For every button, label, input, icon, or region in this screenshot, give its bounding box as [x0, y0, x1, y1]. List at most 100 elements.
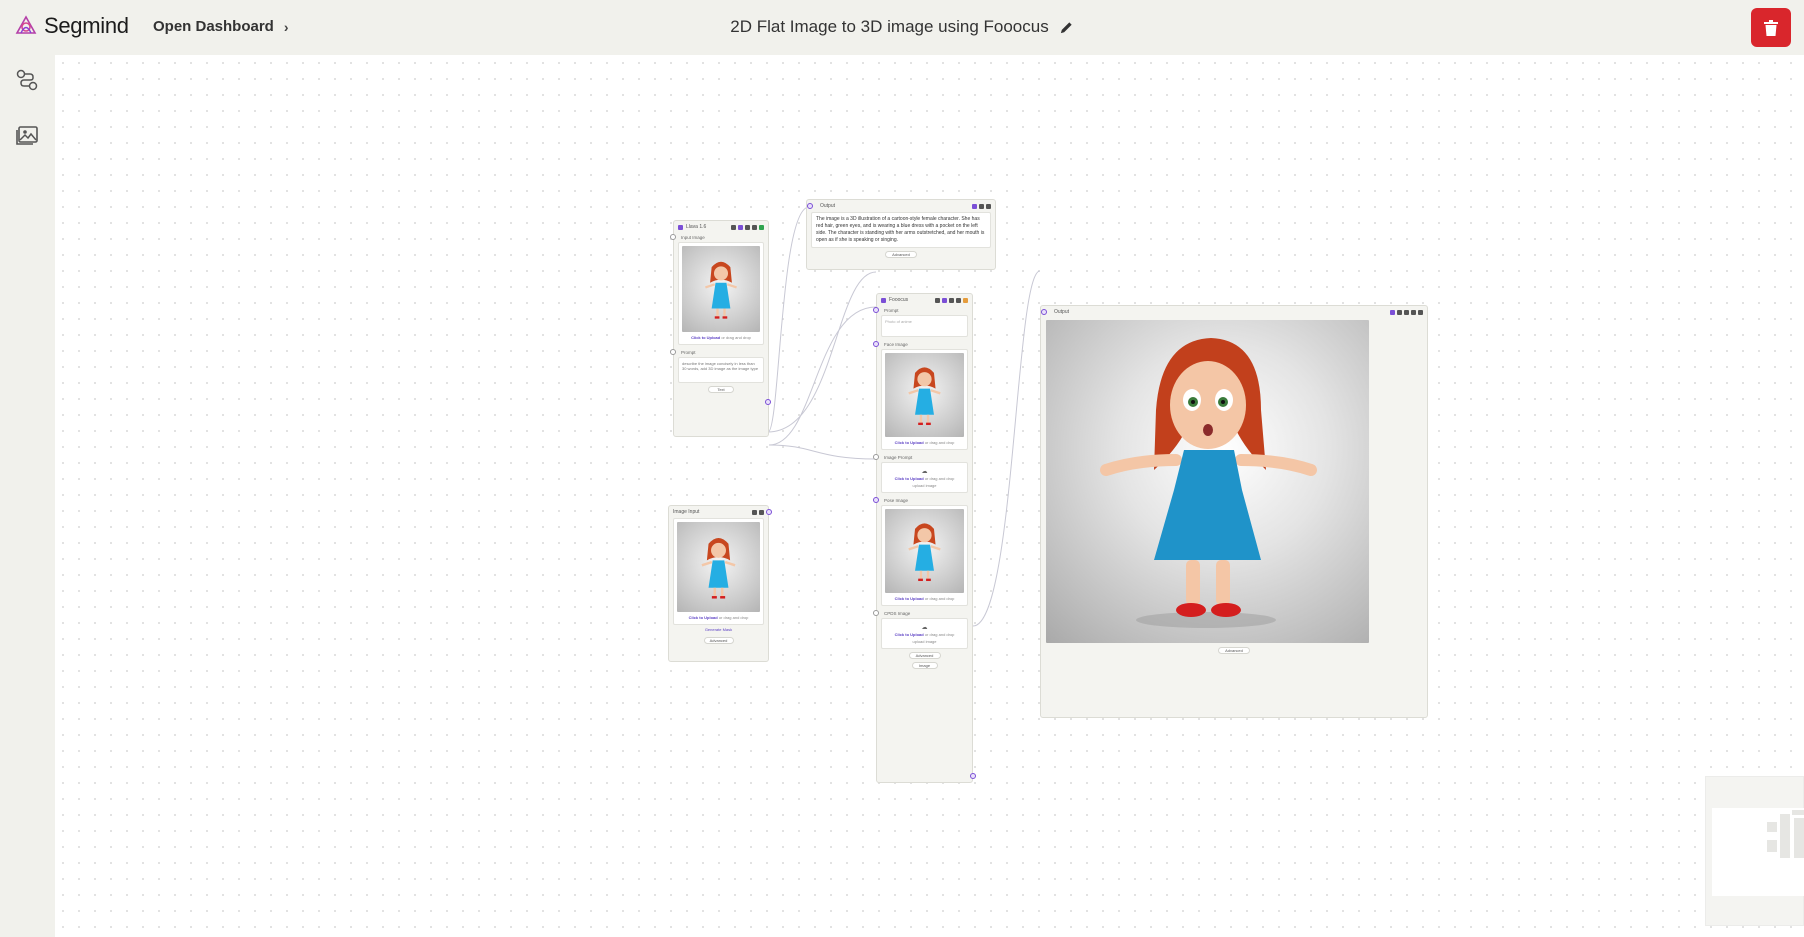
- cloud-upload-icon: ☁: [921, 625, 928, 631]
- fooocus-cpds-port[interactable]: [873, 610, 879, 616]
- llava-prompt-textarea[interactable]: describe the image concisely in less tha…: [678, 357, 764, 383]
- llava-output-type-select[interactable]: Text: [708, 386, 734, 393]
- trash-icon: [1764, 19, 1778, 36]
- run-icon[interactable]: [738, 224, 743, 230]
- workflow-canvas[interactable]: Llava 1.6 Input Image Click to Upload or…: [55, 55, 1804, 937]
- collapse-icon[interactable]: [731, 224, 736, 230]
- fooocus-cpds-upload[interactable]: ☁ Click to Upload or drag and drop uploa…: [881, 618, 968, 649]
- fooocus-image-prompt-hint: Click to Upload or drag and drop: [894, 476, 955, 481]
- llava-node-title: Llava 1.6: [686, 224, 707, 230]
- copy-icon[interactable]: [979, 203, 984, 209]
- minimap-viewport: [1712, 808, 1804, 896]
- output-image-input-port[interactable]: [1041, 309, 1047, 315]
- output-image-header: Output: [1041, 306, 1427, 318]
- fooocus-face-label: Face Image: [873, 340, 972, 349]
- left-sidebar: [0, 55, 55, 937]
- fooocus-output-type-select[interactable]: Image: [911, 662, 938, 669]
- delete-icon[interactable]: [752, 224, 757, 230]
- llava-upload-hint[interactable]: Click to Upload or drag and drop: [682, 332, 760, 341]
- image-input-header: Image Input: [669, 506, 768, 518]
- fooocus-pose-port[interactable]: [873, 497, 879, 503]
- output-text-header: Output: [807, 200, 995, 212]
- image-input-preview: [677, 522, 760, 612]
- generate-mask-button[interactable]: Generate Mask: [669, 625, 768, 634]
- fooocus-image-prompt-sub: upload image: [912, 483, 937, 488]
- fooocus-face-port[interactable]: [873, 341, 879, 347]
- image-input-advanced[interactable]: Advanced: [703, 637, 734, 644]
- workflow-icon[interactable]: [14, 67, 40, 93]
- check-icon: [759, 224, 764, 230]
- fooocus-image-prompt-label: Image Prompt: [873, 453, 972, 462]
- workflow-title-area: 2D Flat Image to 3D image using Fooocus: [0, 17, 1804, 37]
- cloud-upload-icon: ☁: [921, 469, 928, 475]
- copy-icon[interactable]: [1404, 309, 1409, 315]
- fooocus-face-upload-hint[interactable]: Click to Upload or drag and drop: [885, 437, 964, 446]
- edge-input-to-face: [768, 306, 877, 446]
- fooocus-header: Fooocus: [877, 294, 972, 306]
- output-image: [1046, 320, 1369, 643]
- fooocus-face-card[interactable]: Click to Upload or drag and drop: [881, 349, 968, 450]
- fooocus-pose-card[interactable]: Click to Upload or drag and drop: [881, 505, 968, 606]
- fooocus-prompt-input[interactable]: Photo of anime: [881, 315, 968, 337]
- fooocus-image-prompt-upload[interactable]: ☁ Click to Upload or drag and drop uploa…: [881, 462, 968, 493]
- status-icon: [963, 297, 968, 303]
- run-icon[interactable]: [1390, 309, 1395, 315]
- fooocus-cpds-hint: Click to Upload or drag and drop: [894, 632, 955, 637]
- fooocus-icon: [881, 297, 886, 303]
- edge-input-to-pose: [768, 444, 877, 460]
- fooocus-output-port[interactable]: [970, 773, 976, 779]
- output-text-title: Output: [820, 203, 836, 209]
- output-text-advanced[interactable]: Advanced: [885, 251, 917, 258]
- settings-icon[interactable]: [752, 509, 757, 515]
- output-image-node[interactable]: Output Advanced: [1040, 305, 1428, 718]
- copy-icon[interactable]: [745, 224, 750, 230]
- llava-node-header: Llava 1.6: [674, 221, 768, 233]
- image-input-node[interactable]: Image Input Click to Upload or drag and …: [668, 505, 772, 662]
- image-input-upload-hint[interactable]: Click to Upload or drag and drop: [677, 612, 760, 621]
- llava-preview-image: [682, 246, 760, 332]
- image-input-card[interactable]: Click to Upload or drag and drop: [673, 518, 764, 625]
- delete-icon[interactable]: [1411, 309, 1416, 315]
- delete-workflow-button[interactable]: [1751, 8, 1791, 47]
- pencil-icon[interactable]: [1059, 20, 1074, 35]
- edge-fooocus-to-output: [972, 270, 1041, 627]
- download-icon[interactable]: [1418, 309, 1423, 315]
- llava-prompt-label: Prompt: [670, 348, 768, 357]
- collapse-icon[interactable]: [1397, 309, 1402, 315]
- copy-icon[interactable]: [949, 297, 954, 303]
- fooocus-node[interactable]: Fooocus Prompt Photo of anime Face Image: [873, 293, 976, 783]
- fooocus-advanced[interactable]: Advanced: [908, 652, 941, 659]
- collapse-icon[interactable]: [935, 297, 940, 303]
- output-text-node[interactable]: Output The image is a 3D illustration of…: [806, 199, 996, 270]
- gallery-icon[interactable]: [14, 121, 40, 147]
- llava-input-port[interactable]: [670, 234, 676, 240]
- fooocus-pose-label: Pose Image: [873, 496, 972, 505]
- output-text-content: The image is a 3D illustration of a cart…: [811, 212, 991, 248]
- fooocus-title: Fooocus: [889, 297, 909, 303]
- fooocus-prompt-port[interactable]: [873, 307, 879, 313]
- delete-icon[interactable]: [759, 509, 764, 515]
- output-image-advanced[interactable]: Advanced: [1218, 647, 1250, 654]
- image-input-output-port[interactable]: [766, 509, 772, 515]
- workflow-title: 2D Flat Image to 3D image using Fooocus: [730, 17, 1049, 36]
- run-icon[interactable]: [942, 297, 947, 303]
- edge-llava-to-output: [767, 206, 810, 433]
- llava-output-port[interactable]: [765, 399, 771, 405]
- fooocus-image-prompt-port[interactable]: [873, 454, 879, 460]
- fooocus-cpds-sub: upload image: [912, 639, 937, 644]
- run-icon[interactable]: [972, 203, 977, 209]
- minimap[interactable]: [1705, 776, 1804, 926]
- fooocus-prompt-label: Prompt: [873, 306, 972, 315]
- output-image-title: Output: [1054, 309, 1070, 315]
- image-input-title: Image Input: [673, 509, 700, 515]
- fooocus-face-image: [885, 353, 964, 437]
- llava-image-card[interactable]: Click to Upload or drag and drop: [678, 242, 764, 345]
- fooocus-pose-upload-hint[interactable]: Click to Upload or drag and drop: [885, 593, 964, 602]
- delete-icon[interactable]: [986, 203, 991, 209]
- top-bar: Segmind Open Dashboard › 2D Flat Image t…: [0, 0, 1804, 55]
- output-text-input-port[interactable]: [807, 203, 813, 209]
- delete-icon[interactable]: [956, 297, 961, 303]
- llava-prompt-port[interactable]: [670, 349, 676, 355]
- llava-icon: [678, 224, 683, 230]
- llava-node[interactable]: Llava 1.6 Input Image Click to Upload or…: [670, 220, 771, 437]
